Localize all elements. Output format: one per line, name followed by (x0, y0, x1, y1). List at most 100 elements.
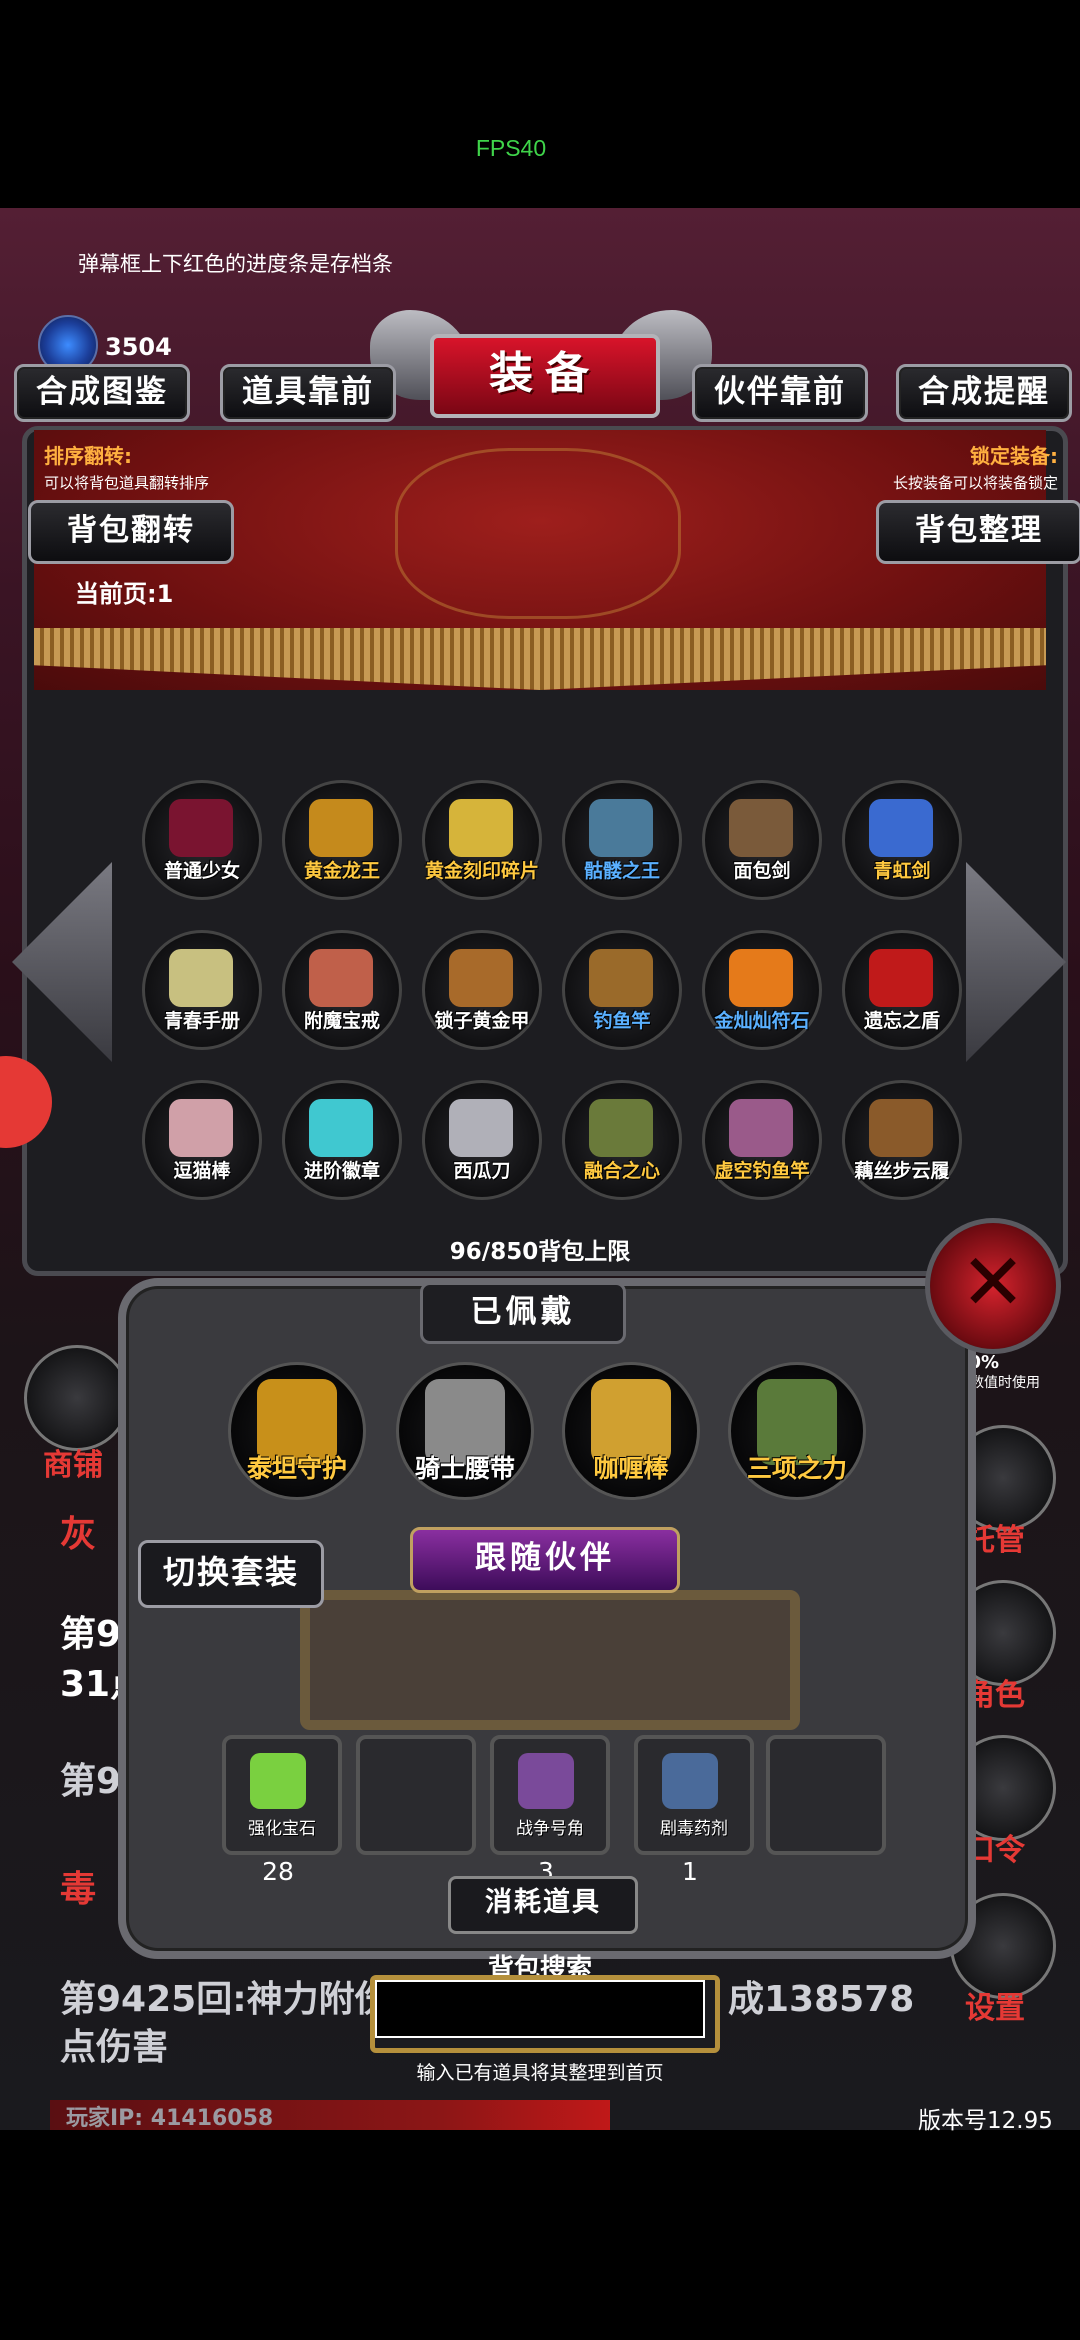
item-slot[interactable]: 藕丝步云履 (842, 1080, 962, 1200)
consumable-slot[interactable]: 战争号角 (490, 1735, 610, 1855)
bag-flip-button[interactable]: 背包翻转 (28, 500, 234, 564)
compose-remind-button[interactable]: 合成提醒 (896, 364, 1072, 422)
log-line: 点伤害 (60, 2027, 169, 2068)
rune-stone-icon (729, 949, 793, 1007)
log-line: 毒 (60, 1869, 97, 1910)
item-name: 面包剑 (733, 860, 791, 882)
item-name: 普通少女 (163, 860, 240, 882)
equipped-slot[interactable]: 咖喱棒 (562, 1362, 700, 1500)
fusion-heart-icon (589, 1099, 653, 1157)
poison-potion-icon (662, 1753, 718, 1809)
item-slot[interactable]: 西瓜刀 (422, 1080, 542, 1200)
item-name: 青虹剑 (873, 860, 931, 882)
cat-wand-icon (169, 1099, 233, 1157)
item-slot[interactable]: 骷髅之王 (562, 780, 682, 900)
items-front-button[interactable]: 道具靠前 (220, 364, 396, 422)
equipped-name: 三项之力 (746, 1454, 847, 1483)
book-icon (169, 949, 233, 1007)
item-name: 黄金龙王 (303, 860, 380, 882)
golden-dragon-icon (309, 799, 373, 857)
item-name: 骷髅之王 (583, 860, 660, 882)
item-name: 遗忘之盾 (863, 1010, 940, 1032)
partner-front-button[interactable]: 伙伴靠前 (692, 364, 868, 422)
consumable-name: 战争号角 (516, 1819, 584, 1839)
item-name: 金灿灿符石 (714, 1010, 810, 1032)
consumable-name: 剧毒药剂 (660, 1819, 728, 1839)
consumable-name: 强化宝石 (248, 1819, 316, 1839)
currency-amount: 3504 (105, 333, 172, 361)
equipped-header: 已佩戴 (420, 1282, 626, 1344)
skeleton-king-icon (589, 799, 653, 857)
settings-label[interactable]: 设置 (940, 1983, 1050, 2027)
item-name: 黄金刻印碎片 (425, 860, 540, 882)
switch-set-button[interactable]: 切换套装 (138, 1540, 324, 1608)
armor-icon (449, 949, 513, 1007)
sword-icon (729, 799, 793, 857)
item-slot[interactable]: 遗忘之盾 (842, 930, 962, 1050)
lock-label: 锁定装备: (970, 444, 1058, 468)
consumable-slot[interactable] (766, 1735, 886, 1855)
item-slot[interactable]: 金灿灿符石 (702, 930, 822, 1050)
close-icon[interactable]: ✕ (925, 1218, 1061, 1354)
current-page: 当前页:1 (75, 580, 174, 608)
bag-sort-button[interactable]: 背包整理 (876, 500, 1080, 564)
item-slot[interactable]: 附魔宝戒 (282, 930, 402, 1050)
item-slot[interactable]: 融合之心 (562, 1080, 682, 1200)
badge-icon (309, 1099, 373, 1157)
consumable-slot[interactable] (356, 1735, 476, 1855)
follow-partner-button[interactable]: 跟随伙伴 (410, 1527, 680, 1593)
equipped-slot[interactable]: 泰坦守护 (228, 1362, 366, 1500)
girl-icon (169, 799, 233, 857)
item-name: 附魔宝戒 (303, 1010, 380, 1032)
boots-icon (869, 1099, 933, 1157)
item-slot[interactable]: 青虹剑 (842, 780, 962, 900)
lock-desc: 长按装备可以将装备锁定 (892, 474, 1058, 492)
sort-label: 排序翻转: (44, 444, 132, 468)
partner-frame[interactable] (300, 1590, 800, 1730)
bag-limit: 96/850背包上限 (449, 1239, 631, 1265)
consumable-slot[interactable]: 剧毒药剂 (634, 1735, 754, 1855)
item-name: 锁子黄金甲 (434, 1010, 530, 1032)
log-line: 第9425回:神力附伤 (60, 1979, 391, 2020)
item-name: 虚空钓鱼竿 (714, 1160, 810, 1182)
shop-label[interactable]: 商铺 (18, 1440, 128, 1484)
war-horn-icon (518, 1753, 574, 1809)
item-slot[interactable]: 钓鱼竿 (562, 930, 682, 1050)
item-slot[interactable]: 逗猫棒 (142, 1080, 262, 1200)
item-slot[interactable]: 进阶徽章 (282, 1080, 402, 1200)
gem-icon (250, 1753, 306, 1809)
item-slot[interactable]: 黄金刻印碎片 (422, 780, 542, 900)
version: 版本号12.95 (918, 2108, 1053, 2134)
golden-seal-icon (449, 799, 513, 857)
item-slot[interactable]: 面包剑 (702, 780, 822, 900)
equipped-name: 骑士腰带 (414, 1454, 515, 1483)
equipped-slot[interactable]: 骑士腰带 (396, 1362, 534, 1500)
item-name: 进阶徽章 (303, 1160, 380, 1182)
save-bar-hint: 弹幕框上下红色的进度条是存档条 (78, 252, 393, 276)
ring-icon (309, 949, 373, 1007)
log-line: 灰 (60, 1514, 97, 1555)
equipped-slot[interactable]: 三项之力 (728, 1362, 866, 1500)
compose-book-button[interactable]: 合成图鉴 (14, 364, 190, 422)
search-input[interactable] (375, 1980, 705, 2038)
log-line: 成138578 (728, 1979, 915, 2020)
item-slot[interactable]: 普通少女 (142, 780, 262, 900)
equipped-name: 泰坦守护 (246, 1454, 347, 1483)
shop-icon[interactable] (24, 1345, 130, 1451)
item-name: 青春手册 (163, 1010, 240, 1032)
blue-sword-icon (869, 799, 933, 857)
page-title: 装备 (430, 334, 660, 418)
consumable-count: 28 (262, 1857, 294, 1886)
player-ip: 玩家IP: 41416058 (66, 2106, 274, 2131)
shield-icon (869, 949, 933, 1007)
item-slot[interactable]: 虚空钓鱼竿 (702, 1080, 822, 1200)
search-hint: 输入已有道具将其整理到首页 (416, 2062, 664, 2084)
consumable-count: 1 (682, 1857, 698, 1886)
equipped-name: 咖喱棒 (593, 1454, 669, 1483)
item-slot[interactable]: 锁子黄金甲 (422, 930, 542, 1050)
item-name: 钓鱼竿 (593, 1010, 651, 1032)
void-rod-icon (729, 1099, 793, 1157)
item-slot[interactable]: 青春手册 (142, 930, 262, 1050)
consumable-slot[interactable]: 强化宝石 (222, 1735, 342, 1855)
item-slot[interactable]: 黄金龙王 (282, 780, 402, 900)
